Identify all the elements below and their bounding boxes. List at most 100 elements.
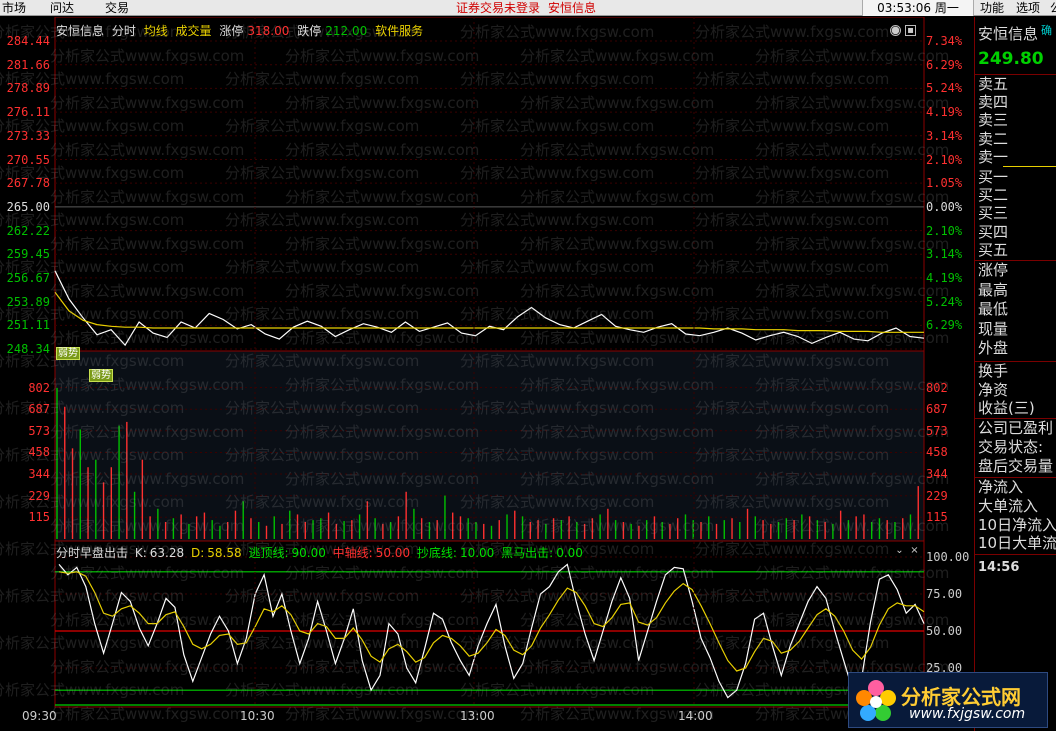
volume-tick-label: 115: [926, 510, 948, 525]
flow-label: 净流入: [978, 478, 1024, 496]
menu-gong[interactable]: 公: [1050, 0, 1056, 16]
menu-func[interactable]: 功能: [980, 0, 1004, 16]
chevron-down-icon[interactable]: ⌄: [894, 546, 905, 557]
volume-pane-bg: [55, 351, 924, 541]
info-label: 公司已盈利: [978, 419, 1054, 437]
d-line: [58, 571, 925, 672]
volume-tick-label: 229: [926, 488, 948, 503]
darkhorse-label: 黑马出击:: [501, 546, 554, 560]
price-line: [54, 270, 925, 347]
percent-tick-label: 0.00%: [926, 199, 963, 214]
percent-tick-label: 3.14%: [926, 247, 963, 262]
volume-tick-label: 458: [926, 445, 948, 460]
logo-url: www.fxjgsw.com: [909, 706, 1026, 722]
intraday-chart-panel[interactable]: 分析家公式www.fxgsw.com 分析家公式www.fxgsw.com 分析家公…: [0, 17, 972, 731]
price-tick-label: 276.11: [6, 105, 50, 120]
time-label-1030: 10:30: [240, 709, 275, 723]
menu-options[interactable]: 选项: [1016, 0, 1040, 16]
price-tick-label: 281.66: [6, 57, 50, 72]
sell-level-label: 卖五: [978, 75, 1009, 93]
stat-label: 外盘: [978, 339, 1009, 358]
time-label-1400: 14:00: [678, 709, 713, 723]
volume-tick-label: 573: [28, 423, 50, 438]
sell-level-label: 卖一: [978, 147, 1009, 166]
top-line-value: 90.00: [291, 546, 326, 560]
percent-tick-label: 1.05%: [926, 176, 963, 191]
stat-label: 现量: [978, 319, 1009, 338]
bottom-line-value: 10.00: [459, 546, 495, 560]
stat-label: 收益(三): [978, 399, 1035, 418]
menu-market[interactable]: 市场: [2, 0, 26, 16]
indicator-tick-label: 50.00: [926, 624, 963, 638]
volume-tick-label: 573: [926, 423, 948, 438]
indicator-tick-label: 100.00: [926, 550, 970, 564]
brand-logo: 分析家公式网 www.fxjgsw.com: [848, 672, 1048, 728]
buy-level-label: 买一: [978, 168, 1009, 186]
percent-tick-label: 4.19%: [926, 270, 963, 285]
volume-tick-label: 344: [926, 467, 948, 482]
sector-label[interactable]: 软件服务: [375, 24, 423, 38]
settings-icon[interactable]: ▪: [905, 25, 916, 36]
d-label: D:: [190, 546, 205, 560]
period-label[interactable]: 分时: [112, 24, 136, 38]
top-menu-bar: 市场 问达 交易 证券交易未登录 安恒信息 03:53:06 周一 功能 选项 …: [0, 0, 1056, 16]
indicator-pane-frame: [54, 540, 925, 708]
close-icon[interactable]: ×: [909, 546, 920, 557]
d-value: 58.58: [207, 546, 242, 560]
stat-label: 最高: [978, 280, 1009, 299]
quote-last-price: 249.80: [978, 49, 1044, 69]
percent-tick-label: 2.10%: [926, 223, 963, 238]
price-tick-label: 265.00: [6, 199, 50, 214]
flow-label: 大单流入: [978, 496, 1039, 515]
weak-signal-1: 弱势: [56, 347, 80, 360]
stock-name: 安恒信息: [56, 24, 105, 38]
quote-panel: 安恒信息 确 249.80 卖五 卖四 卖三 卖二 卖一 买一 买二 买三 买四 买五 涨停 最高…: [974, 17, 1056, 731]
volume-tick-label: 115: [28, 510, 50, 525]
chart-header: 安恒信息 分时 均线 成交量 涨停 318.00 跌停 212.00 软件服务: [56, 22, 427, 39]
stat-label: 净资: [978, 380, 1009, 399]
price-tick-label: 262.22: [6, 223, 50, 238]
stat-label: 涨停: [978, 261, 1009, 279]
menu-wenda[interactable]: 问达: [50, 0, 74, 16]
price-tick-label: 248.34: [6, 342, 50, 356]
record-icon[interactable]: ●: [890, 25, 901, 36]
percent-tick-label: 4.19%: [926, 105, 963, 120]
percent-tick-label: 5.24%: [926, 81, 963, 96]
chart-canvas[interactable]: [0, 17, 972, 731]
sell-level-label: 卖二: [978, 129, 1009, 148]
mid-line-value: 50.00: [375, 546, 411, 560]
percent-tick-label: 3.14%: [926, 128, 963, 143]
price-tick-label: 251.11: [6, 318, 50, 333]
company-link[interactable]: 安恒信息: [548, 0, 596, 16]
percent-tick-label: 6.29%: [926, 318, 963, 333]
flow-label: 10日净流入: [978, 515, 1056, 534]
price-tick-label: 267.78: [6, 176, 50, 191]
volume-tick-label: 458: [28, 445, 50, 460]
bottom-line-label: 抄底线:: [416, 546, 457, 560]
price-tick-label: 273.33: [6, 128, 50, 143]
volume-tick-label: 344: [28, 467, 50, 482]
sell-level-label: 卖三: [978, 111, 1009, 130]
percent-tick-label: 5.24%: [926, 294, 963, 309]
mid-line-label: 中轴线:: [332, 546, 373, 560]
price-tick-label: 253.89: [6, 294, 50, 309]
limit-up-label: 涨停: [219, 24, 244, 38]
login-status[interactable]: 证券交易未登录: [456, 0, 540, 16]
tick-time: 14:56: [978, 560, 1020, 575]
volume-tick-label: 802: [926, 380, 948, 395]
darkhorse-value: 0.00: [556, 546, 583, 560]
indicator-name[interactable]: 分时早盘出击: [56, 546, 128, 560]
percent-tick-label: 7.34%: [926, 34, 963, 48]
k-value: 63.28: [149, 546, 185, 560]
time-label-0930: 09:30: [22, 709, 57, 723]
menu-trade[interactable]: 交易: [105, 0, 129, 16]
indicator-header: 分时早盘出击 K: 63.28 D: 58.58 逃顶线: 90.00 中轴线: 50.…: [56, 544, 586, 561]
quote-tag: 确: [1041, 24, 1052, 37]
percent-tick-label: 6.29%: [926, 57, 963, 72]
price-tick-label: 284.44: [6, 34, 50, 48]
price-tick-label: 270.55: [6, 152, 50, 167]
volume-tick-label: 687: [28, 402, 50, 417]
quote-stock-name: 安恒信息: [978, 25, 1039, 43]
price-tick-label: 256.67: [6, 270, 50, 285]
time-label-1300: 13:00: [460, 709, 495, 723]
